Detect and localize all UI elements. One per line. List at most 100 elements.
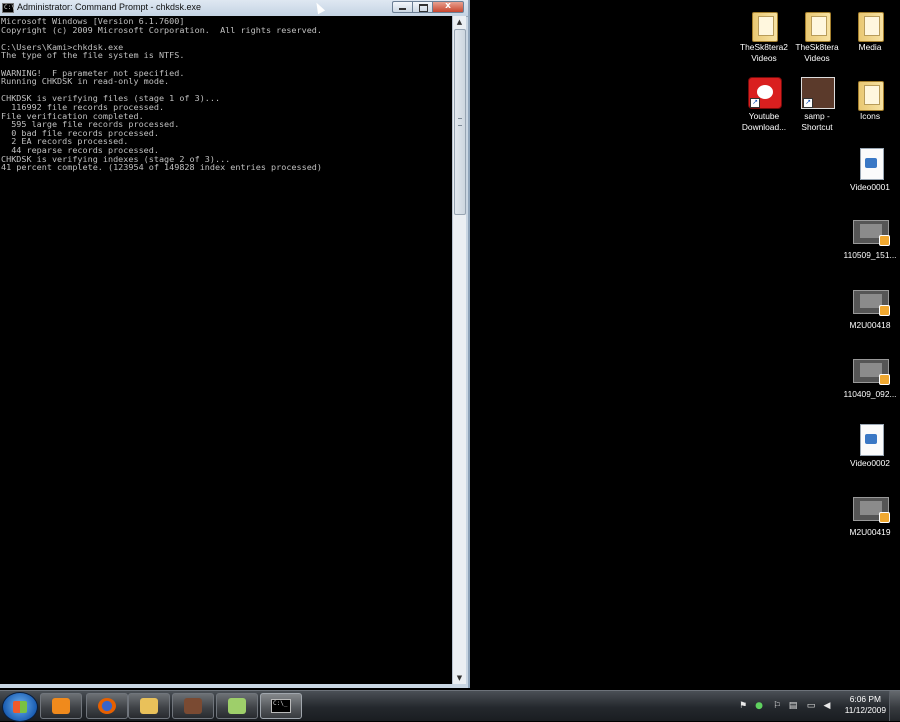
desktop-icon-label: Shortcut [801,121,833,132]
desktop-icon-label: 110409_092... [843,389,897,399]
desktop-icon-label: M2U00419 [849,527,891,537]
desktop-icon-110409-092[interactable]: 110409_092... [842,353,898,400]
taskbar-firefox-button[interactable] [86,693,128,719]
video-file-icon [860,424,884,456]
console-line: 2 EA records processed. [1,136,129,147]
console-line: 595 large file records processed. [1,119,180,130]
samp-shortcut-icon: ↗ [801,77,835,109]
desktop-icon-label: Videos [751,52,777,63]
console-line: 0 bad file records processed. [1,127,159,138]
folder-icon [805,12,831,42]
console-line: C:\Users\Kami>chkdsk.exe [1,41,124,52]
maximize-icon [419,4,428,12]
minimize-button[interactable] [392,1,412,13]
desktop-icon-icons[interactable]: Icons [842,75,898,122]
vertical-scrollbar[interactable]: ▲ ▼ [452,16,466,684]
console-output[interactable]: Microsoft Windows [Version 6.1.7600] Cop… [0,16,452,684]
notes-app-icon [228,698,246,714]
desktop-icon-label: Video0001 [850,182,890,192]
desktop-icon-label: 110509_151... [843,250,897,260]
console-line: 44 reparse records processed. [1,144,159,155]
clock-date: 11/12/2009 [844,705,886,715]
explorer-folder-icon [140,698,158,714]
desktop-icon-label: samp - [804,111,830,121]
taskbar-explorer-button[interactable] [128,693,170,719]
console-line: 41 percent complete. (123954 of 149828 i… [1,162,322,173]
taskbar: C:\_ ⚑ ● ⚐ ▤ ▭ ◀ 6:06 PM 11/12/2009 [0,690,900,722]
samp-app-icon [184,698,202,714]
desktop-icon-110509-151[interactable]: 110509_151... [842,214,898,261]
video-thumbnail-icon [853,359,890,385]
console-line: WARNING! F parameter not specified. [1,67,185,78]
scroll-up-icon[interactable]: ▲ [454,16,465,28]
clock[interactable]: 6:06 PM 11/12/2009 [845,694,886,716]
window-title: Administrator: Command Prompt - chkdsk.e… [17,2,202,12]
show-desktop-button[interactable] [889,691,900,721]
minimize-icon [399,8,406,10]
desktop-icon-label: Videos [804,52,830,63]
desktop-icon-samp-shortcut[interactable]: ↗ samp - Shortcut [789,75,845,132]
folder-icon [858,12,884,42]
video-thumbnail-icon [853,497,890,523]
folder-icon [752,12,778,42]
desktop-icon-video0001[interactable]: Video0001 [842,146,898,193]
console-line: CHKDSK is verifying files (stage 1 of 3)… [1,93,221,104]
console-line: The type of the file system is NTFS. [1,50,185,61]
desktop-icon-label: M2U00418 [849,320,891,330]
console-line: CHKDSK is verifying indexes (stage 2 of … [1,153,231,164]
console-line: Running CHKDSK in read-only mode. [1,76,170,87]
flag-icon[interactable]: ⚐ [772,701,782,711]
scroll-thumb[interactable] [454,29,466,215]
taskbar-notes-button[interactable] [216,693,258,719]
desktop-icon-video0002[interactable]: Video0002 [842,422,898,469]
video-thumbnail-icon [853,220,890,246]
console-line: 116992 file records processed. [1,101,165,112]
desktop-icon-label: Download... [741,121,787,132]
windows-start-icon [13,701,27,713]
desktop-icon-youtube-downloader[interactable]: ↗ Youtube Download... [736,75,792,132]
cmd-icon: C:\ [2,3,15,13]
network-icon[interactable]: ▤ [788,701,798,711]
console-line: File verification completed. [1,110,144,121]
green-status-icon[interactable]: ● [754,701,764,711]
desktop-icon-thesk8tera2-videos[interactable]: TheSk8tera2 Videos [736,6,792,63]
folder-icon [858,81,884,111]
close-icon: x [445,1,451,11]
command-prompt-window[interactable]: C:\ Administrator: Command Prompt - chkd… [0,0,470,688]
video-thumbnail-icon [853,290,890,316]
console-line: Microsoft Windows [Version 6.1.7600] [1,16,185,26]
close-button[interactable]: x [432,1,464,13]
desktop-icon-label: TheSk8tera2 [740,42,788,52]
volume-icon[interactable]: ◀ [822,701,832,711]
scroll-down-icon[interactable]: ▼ [454,672,465,684]
desktop-icon-label: Media [858,42,882,52]
console-line: Copyright (c) 2009 Microsoft Corporation… [1,24,322,35]
youtube-downloader-shortcut-icon: ↗ [748,77,782,109]
video-file-icon [860,148,884,180]
desktop-icon-media[interactable]: Media [842,6,898,53]
media-player-icon [52,698,70,714]
desktop-icon-m2u00418[interactable]: M2U00418 [842,284,898,331]
firefox-icon [98,698,116,714]
taskbar-media-player-button[interactable] [40,693,82,719]
command-prompt-icon: C:\_ [271,699,291,713]
taskbar-samp-button[interactable] [172,693,214,719]
clock-time: 6:06 PM [849,694,881,704]
desktop-icon-thesk8tera-videos[interactable]: TheSk8tera Videos [789,6,845,63]
start-button[interactable] [2,692,38,722]
network-flag-icon[interactable]: ⚑ [738,701,748,711]
taskbar-command-prompt-button[interactable]: C:\_ [260,693,302,719]
desktop-icon-m2u00419[interactable]: M2U00419 [842,491,898,538]
desktop-icon-label: Video0002 [850,458,890,468]
system-tray: ⚑ ● ⚐ ▤ ▭ ◀ 6:06 PM 11/12/2009 [736,691,900,721]
grip-icon [458,118,462,126]
monitor-icon[interactable]: ▭ [806,701,816,711]
maximize-button[interactable] [412,1,432,13]
desktop-icon-label: TheSk8tera [795,42,839,52]
title-bar[interactable]: C:\ Administrator: Command Prompt - chkd… [0,0,468,17]
desktop-icon-label: Youtube [748,111,780,121]
desktop-icon-label: Icons [859,111,881,121]
